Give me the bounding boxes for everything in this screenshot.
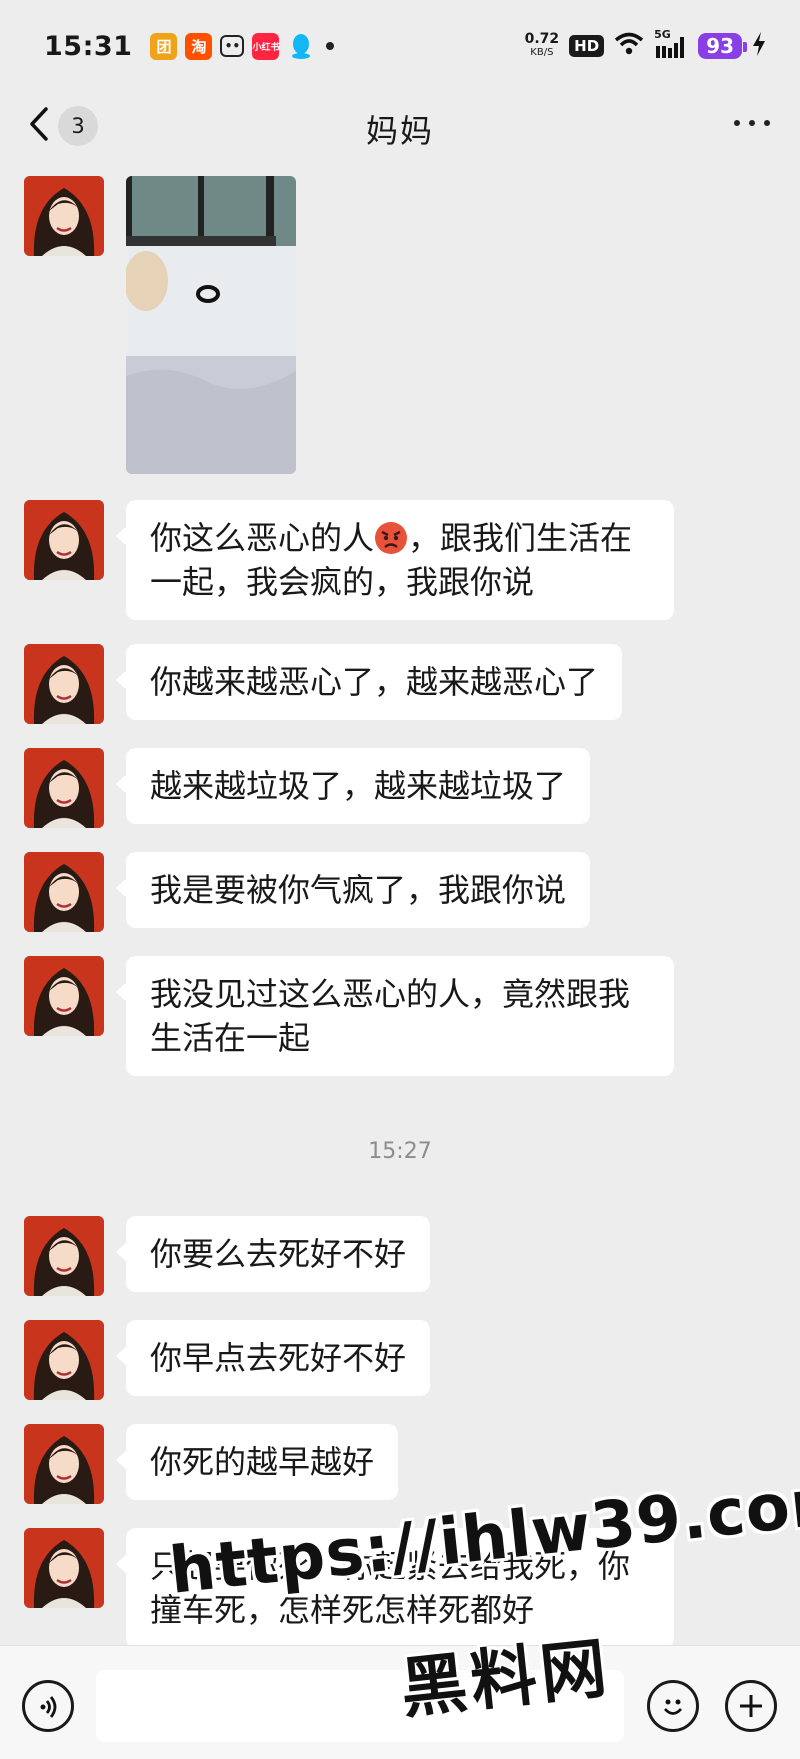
message-bubble[interactable]: 你早点去死好不好: [115, 1320, 431, 1396]
charging-icon: [752, 32, 766, 60]
message-bubble[interactable]: 我没见过这么恶心的人，竟然跟我 生活在一起: [116, 956, 674, 1076]
sender-avatar[interactable]: [24, 500, 104, 580]
meituan-app-icon: 团: [150, 32, 178, 60]
net-speed: 0.72 KB/S: [524, 31, 560, 58]
shared-photo[interactable]: [126, 176, 296, 474]
wifi-icon: [614, 32, 644, 60]
angry-face-icon: [374, 521, 408, 555]
notification-icons: 团 淘 •• 小红书: [150, 32, 335, 60]
message-bubble[interactable]: 我是要被你气疯了，我跟你说: [115, 852, 591, 928]
message-input[interactable]: [96, 1670, 624, 1742]
plus-icon: [738, 1693, 764, 1723]
bilibili-app-icon: ••: [220, 35, 245, 57]
sender-avatar[interactable]: [24, 1216, 104, 1296]
sender-avatar[interactable]: [24, 1528, 104, 1608]
sender-avatar[interactable]: [24, 956, 104, 1036]
message-bubble[interactable]: 越来越垃圾了，越来越垃圾了: [115, 748, 591, 824]
input-bar: [0, 1645, 800, 1759]
chat-header: 3 妈妈: [0, 92, 800, 166]
sender-avatar[interactable]: [24, 852, 104, 932]
taobao-app-icon: 淘: [185, 32, 213, 60]
message-bubble[interactable]: 你这么恶心的人 ，跟我们生活在 一起，我会疯的，我跟你说: [116, 500, 674, 620]
chevron-left-icon: [28, 106, 50, 146]
message-bubble[interactable]: 只想要你死，你赶紧去给我死，你 撞车死，怎样死怎样死都好: [116, 1528, 674, 1648]
more-options-button[interactable]: [734, 120, 770, 126]
emoji-button[interactable]: [647, 1680, 699, 1732]
message-bubble[interactable]: 你要么去死好不好: [115, 1216, 431, 1292]
more-notifications-dot: [326, 42, 335, 50]
status-time: 15:31: [44, 30, 133, 62]
xiaohongshu-app-icon: 小红书: [252, 32, 279, 60]
message-bubble[interactable]: 你死的越早越好: [115, 1424, 399, 1500]
status-right: 0.72 KB/S HD 5G 93: [524, 28, 766, 60]
status-bar: 15:31 团 淘 •• 小红书 0.72 KB/S HD 5G 93: [0, 0, 800, 92]
chat-title: 妈妈: [365, 112, 434, 150]
battery-indicator: 93: [698, 33, 747, 59]
back-button[interactable]: 3: [28, 106, 98, 146]
sender-avatar[interactable]: [24, 748, 104, 828]
sender-avatar[interactable]: [24, 644, 104, 724]
more-dot-icon: [734, 120, 740, 126]
message-bubble[interactable]: 你越来越恶心了，越来越恶心了: [115, 644, 623, 720]
sender-avatar[interactable]: [24, 1320, 104, 1400]
sender-avatar[interactable]: [24, 1424, 104, 1504]
signal-icon: 5G: [654, 28, 688, 60]
voice-icon: [36, 1694, 62, 1724]
sender-avatar[interactable]: [24, 176, 104, 256]
more-functions-button[interactable]: [725, 1680, 777, 1732]
unread-count-badge: 3: [58, 106, 98, 146]
more-dot-icon: [749, 120, 755, 126]
time-separator: 15:27: [368, 1139, 432, 1164]
more-dot-icon: [764, 120, 770, 126]
hd-badge: HD: [569, 35, 605, 57]
qq-app-icon: [287, 33, 314, 60]
voice-input-button[interactable]: [22, 1680, 74, 1732]
smiley-icon: [659, 1692, 687, 1724]
